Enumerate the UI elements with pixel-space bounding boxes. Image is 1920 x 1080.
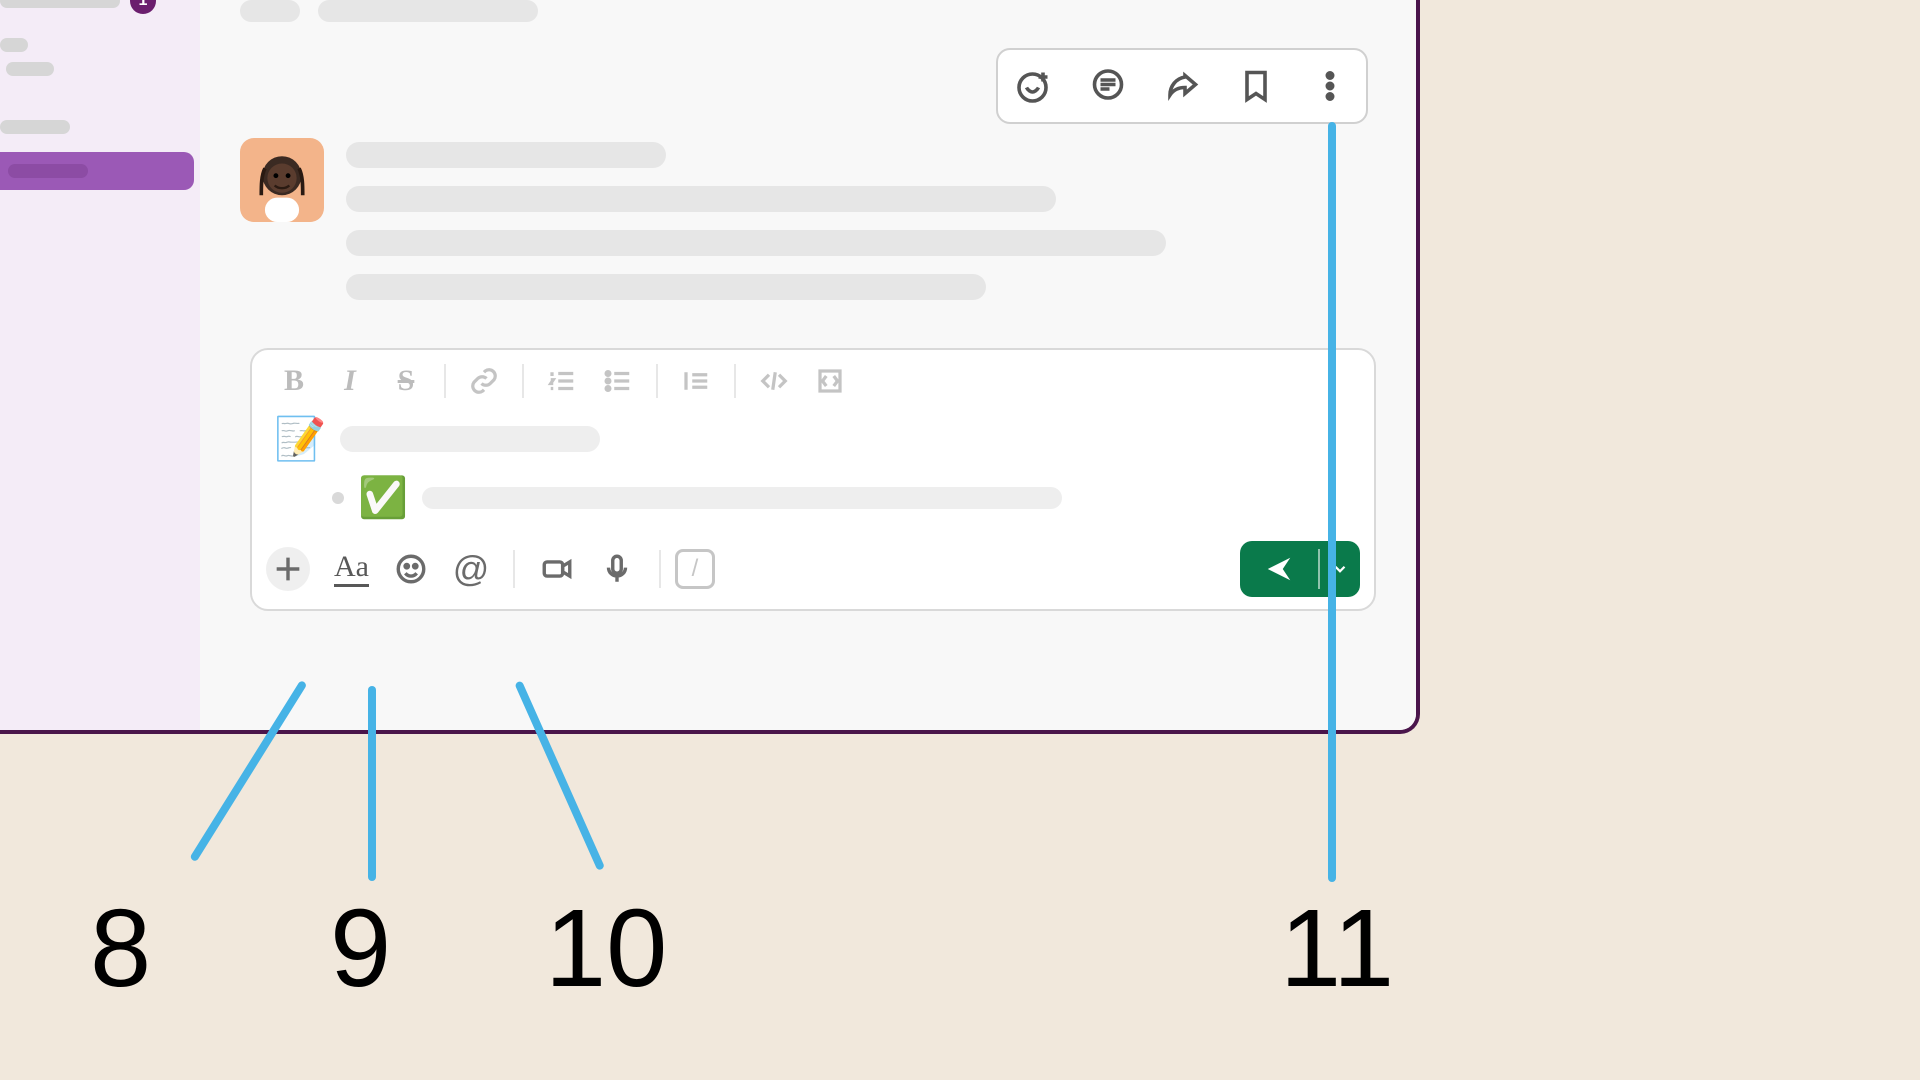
composer-input-area[interactable]: 📝 ✅ xyxy=(252,412,1374,535)
callout-label-9: 9 xyxy=(330,885,391,1012)
more-actions-icon[interactable] xyxy=(1310,66,1350,106)
mention-button[interactable]: @ xyxy=(443,543,499,595)
message-composer: B I S xyxy=(250,348,1376,611)
sidebar-item[interactable]: 1 xyxy=(0,0,200,20)
reply-thread-icon[interactable] xyxy=(1088,66,1128,106)
code-button[interactable] xyxy=(750,360,798,402)
callout-label-10: 10 xyxy=(545,885,667,1012)
sidebar-item[interactable] xyxy=(0,108,200,146)
message-body xyxy=(346,138,1376,300)
unread-badge: 1 xyxy=(130,0,156,14)
previous-message-tail xyxy=(200,0,1416,28)
codeblock-button[interactable] xyxy=(806,360,854,402)
message-pane: B I S xyxy=(200,0,1416,730)
message-hover-actions xyxy=(996,48,1368,124)
emoji-button[interactable] xyxy=(383,543,439,595)
attach-button[interactable] xyxy=(266,547,310,591)
slack-app-window: 1 xyxy=(0,0,1420,734)
audio-clip-button[interactable] xyxy=(589,543,645,595)
check-emoji-icon: ✅ xyxy=(358,474,408,521)
ordered-list-button[interactable] xyxy=(538,360,586,402)
callout-label-11: 11 xyxy=(1280,885,1394,1012)
share-icon[interactable] xyxy=(1162,66,1202,106)
send-button[interactable] xyxy=(1240,541,1360,597)
message xyxy=(200,138,1416,300)
italic-button[interactable]: I xyxy=(326,360,374,402)
slash-command-button[interactable]: / xyxy=(675,549,715,589)
memo-emoji-icon: 📝 xyxy=(274,418,326,460)
bold-button[interactable]: B xyxy=(270,360,318,402)
list-bullet xyxy=(332,492,344,504)
blockquote-button[interactable] xyxy=(672,360,720,402)
formatting-toolbar: B I S xyxy=(252,350,1374,412)
bulleted-list-button[interactable] xyxy=(594,360,642,402)
sidebar-item[interactable] xyxy=(0,50,200,88)
composer-bottom-toolbar: Aa @ / xyxy=(252,535,1374,609)
avatar[interactable] xyxy=(240,138,324,222)
toggle-formatting-button[interactable]: Aa xyxy=(334,552,369,587)
bookmark-icon[interactable] xyxy=(1236,66,1276,106)
sidebar-item-active[interactable] xyxy=(0,152,194,190)
video-clip-button[interactable] xyxy=(529,543,585,595)
callout-line-9 xyxy=(368,686,376,881)
send-options-caret-icon[interactable] xyxy=(1320,560,1360,578)
strike-button[interactable]: S xyxy=(382,360,430,402)
callout-line-11 xyxy=(1328,122,1336,882)
add-reaction-icon[interactable] xyxy=(1014,66,1054,106)
channel-sidebar: 1 xyxy=(0,0,200,730)
callout-label-8: 8 xyxy=(90,885,151,1012)
link-button[interactable] xyxy=(460,360,508,402)
send-icon[interactable] xyxy=(1240,554,1318,584)
